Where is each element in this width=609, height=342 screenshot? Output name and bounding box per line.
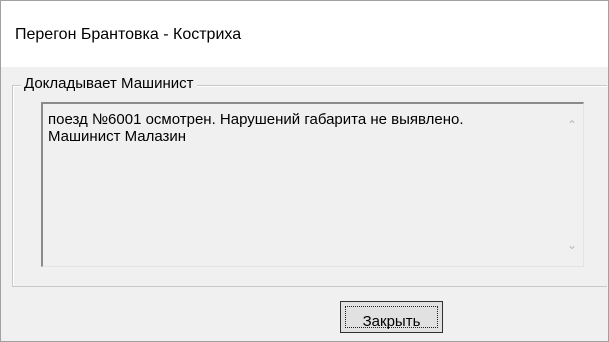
vertical-scrollbar[interactable]: ⌃ ⌄ xyxy=(561,104,583,266)
close-button-focus-ring: Закрыть xyxy=(345,306,438,330)
title-bar: Перегон Брантовка - Костриха xyxy=(1,1,608,67)
window-title: Перегон Брантовка - Костриха xyxy=(15,26,242,43)
chevron-up-icon[interactable]: ⌃ xyxy=(561,116,583,134)
message-textarea[interactable]: поезд №6001 осмотрен. Нарушений габарита… xyxy=(41,102,584,267)
message-text: поезд №6001 осмотрен. Нарушений габарита… xyxy=(48,111,553,145)
message-line: поезд №6001 осмотрен. Нарушений габарита… xyxy=(48,111,464,128)
message-line: Машинист Малазин xyxy=(48,128,187,145)
close-button[interactable]: Закрыть xyxy=(340,301,443,333)
report-group-label: Докладывает Машинист xyxy=(21,75,197,93)
dialog-window: Перегон Брантовка - Костриха Докладывает… xyxy=(0,0,609,342)
chevron-down-icon[interactable]: ⌄ xyxy=(561,236,583,254)
close-button-label: Закрыть xyxy=(362,313,421,330)
